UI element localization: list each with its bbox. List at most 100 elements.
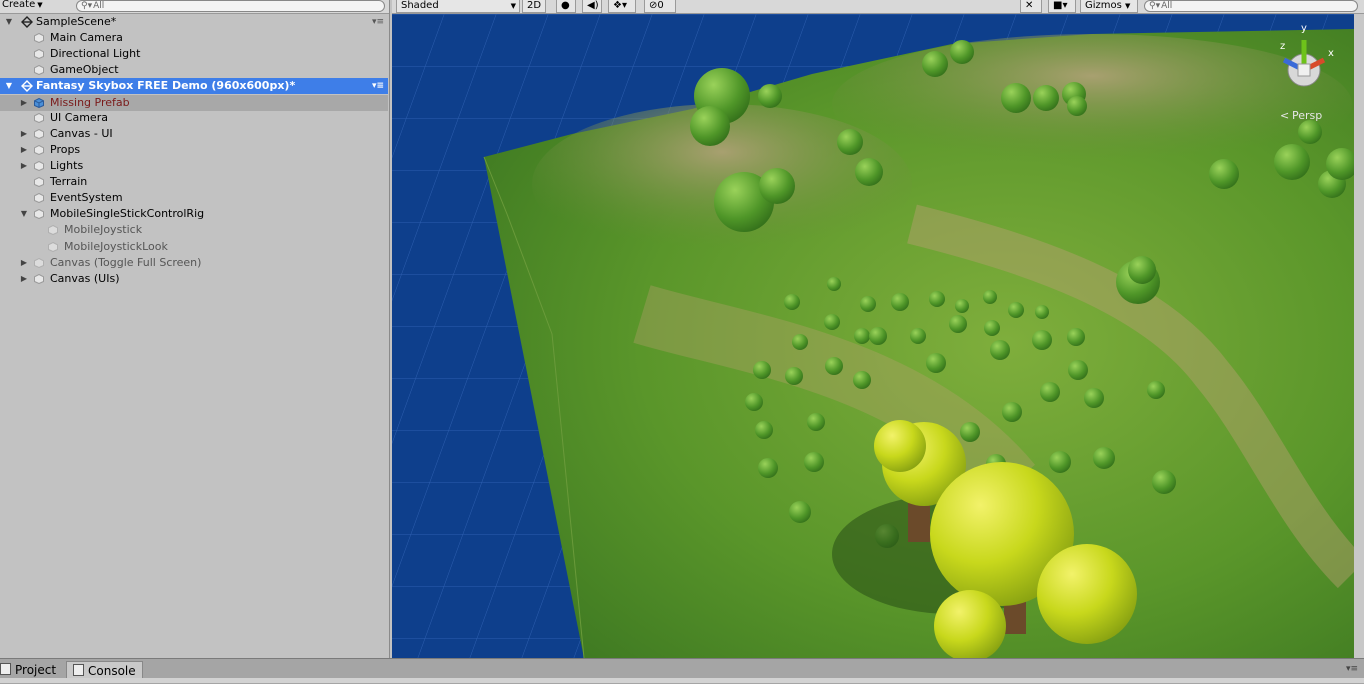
hierarchy-item-inactive[interactable]: MobileJoystickLook: [0, 239, 388, 255]
hierarchy-item[interactable]: ▼ MobileSingleStickControlRig: [0, 206, 388, 222]
expand-arrow-icon[interactable]: ▼: [19, 206, 29, 222]
gameobject-icon: [48, 225, 58, 235]
item-label: Main Camera: [50, 31, 123, 44]
gameobject-icon: [34, 65, 44, 75]
tools-icon: ✕: [1025, 0, 1034, 11]
gizmo-axis-y: y: [1301, 23, 1307, 34]
scene-menu-icon[interactable]: ▾≡: [372, 14, 384, 30]
expand-arrow-icon[interactable]: ▶: [19, 158, 29, 174]
scene-name: SampleScene*: [36, 15, 117, 28]
gizmos-dropdown[interactable]: Gizmos ▼: [1080, 0, 1138, 13]
projection-label[interactable]: Persp: [1292, 109, 1322, 122]
effects-dropdown[interactable]: ❖▾: [608, 0, 636, 13]
lighting-toggle-button[interactable]: ●: [556, 0, 576, 13]
scene-row-samplescene[interactable]: ▼ SampleScene* ▾≡: [0, 14, 388, 30]
scene-search-input[interactable]: ⚲▾All: [1144, 0, 1358, 12]
create-label: Create: [2, 0, 36, 10]
unity-logo-icon: [21, 16, 33, 28]
hierarchy-item[interactable]: Terrain: [0, 174, 388, 190]
hierarchy-item-missing-prefab[interactable]: ▶ Missing Prefab: [0, 95, 388, 111]
hierarchy-search-input[interactable]: ⚲▾All: [76, 0, 385, 12]
shading-mode-label: Shaded: [401, 0, 439, 11]
hidden-count: 0: [657, 0, 664, 11]
hierarchy-item[interactable]: UI Camera: [0, 110, 388, 126]
hierarchy-item[interactable]: ▶ Canvas - UI: [0, 126, 388, 142]
gameobject-icon: [34, 274, 44, 284]
hierarchy-item-inactive[interactable]: MobileJoystick: [0, 222, 388, 238]
audio-toggle-button[interactable]: ◀): [582, 0, 602, 13]
2d-toggle-button[interactable]: 2D: [522, 0, 546, 13]
search-icon: ⚲▾: [1149, 1, 1161, 11]
hierarchy-item[interactable]: ▶ Canvas (UIs): [0, 271, 388, 287]
scene-viewport[interactable]: y z x < Persp: [392, 14, 1354, 658]
item-label: UI Camera: [50, 111, 108, 124]
expand-arrow-icon[interactable]: ▼: [4, 78, 14, 94]
scene-name: Fantasy Skybox FREE Demo (960x600px)*: [36, 79, 296, 92]
hierarchy-item[interactable]: ▶ Props: [0, 142, 388, 158]
expand-arrow-icon[interactable]: ▶: [19, 126, 29, 142]
scene-toolbar: Shaded ▼ 2D ● ◀) ❖▾ ⊘0 ✕ ■▾ Gizmos ▼ ⚲▾A…: [392, 0, 1364, 14]
gizmos-label: Gizmos: [1085, 0, 1122, 11]
tools-button[interactable]: ✕: [1020, 0, 1042, 13]
item-label: MobileJoystickLook: [64, 240, 168, 253]
hierarchy-item[interactable]: GameObject: [0, 62, 388, 78]
gameobject-icon: [34, 193, 44, 203]
tab-label: Project: [15, 663, 57, 677]
scene-menu-icon[interactable]: ▾≡: [372, 78, 384, 94]
scene-side-strip: [1354, 14, 1364, 658]
item-label: MobileJoystick: [64, 223, 143, 236]
panel-menu-icon[interactable]: ▾≡: [1346, 664, 1358, 674]
gameobject-icon: [34, 113, 44, 123]
scene-view[interactable]: y z x < Persp: [392, 14, 1354, 658]
tab-project[interactable]: Project: [0, 661, 62, 679]
item-label: Canvas - UI: [50, 127, 113, 140]
item-label: MobileSingleStickControlRig: [50, 207, 205, 220]
persp-icon: <: [1280, 109, 1289, 122]
hierarchy-item[interactable]: Directional Light: [0, 46, 388, 62]
search-placeholder: All: [93, 1, 105, 11]
expand-arrow-icon[interactable]: ▶: [19, 95, 29, 111]
item-label: Canvas (UIs): [50, 272, 120, 285]
dropdown-arrow-icon: ▼: [37, 1, 43, 9]
gameobject-icon: [34, 209, 44, 219]
hierarchy-item[interactable]: Main Camera: [0, 30, 388, 46]
dropdown-arrow-icon: ▼: [510, 2, 516, 10]
2d-label: 2D: [527, 0, 542, 11]
tab-label: Console: [88, 664, 136, 678]
hierarchy-panel: Create ▼ ⚲▾All ▼ SampleScene* ▾≡ Main Cam…: [0, 0, 390, 658]
expand-arrow-icon[interactable]: ▶: [19, 271, 29, 287]
unity-logo-icon: [21, 80, 33, 92]
hill: [832, 34, 1352, 174]
expand-arrow-icon[interactable]: ▶: [19, 142, 29, 158]
create-dropdown[interactable]: Create ▼: [0, 0, 45, 12]
expand-arrow-icon[interactable]: ▼: [4, 14, 14, 30]
gameobject-icon: [48, 242, 58, 252]
speaker-icon: ◀): [587, 0, 599, 11]
hierarchy-item[interactable]: ▶ Lights: [0, 158, 388, 174]
item-label: Missing Prefab: [50, 96, 130, 109]
effects-icon: ❖▾: [613, 0, 627, 11]
hidden-objects-button[interactable]: ⊘0: [644, 0, 676, 13]
gameobject-icon: [34, 145, 44, 155]
expand-arrow-icon[interactable]: ▶: [19, 255, 29, 271]
scene-row-fantasy-skybox[interactable]: ▼ Fantasy Skybox FREE Demo (960x600px)* …: [0, 78, 388, 94]
hierarchy-item[interactable]: EventSystem: [0, 190, 388, 206]
gizmo-axis-z: z: [1280, 41, 1285, 52]
shading-mode-dropdown[interactable]: Shaded ▼: [396, 0, 520, 13]
prefab-cube-icon: [34, 98, 44, 108]
gameobject-icon: [34, 177, 44, 187]
lightbulb-icon: ●: [561, 0, 570, 11]
gameobject-icon: [34, 33, 44, 43]
gizmo-axis-x: x: [1328, 48, 1334, 59]
camera-dropdown[interactable]: ■▾: [1048, 0, 1076, 13]
gameobject-icon: [34, 49, 44, 59]
gameobject-icon: [34, 161, 44, 171]
hierarchy-item-inactive[interactable]: ▶ Canvas (Toggle Full Screen): [0, 255, 388, 271]
item-label: GameObject: [50, 63, 119, 76]
gameobject-icon: [34, 129, 44, 139]
item-label: Props: [50, 143, 81, 156]
search-placeholder: All: [1161, 1, 1173, 11]
console-icon: [73, 664, 84, 676]
item-label: Directional Light: [50, 47, 141, 60]
search-icon: ⚲▾: [81, 1, 93, 11]
